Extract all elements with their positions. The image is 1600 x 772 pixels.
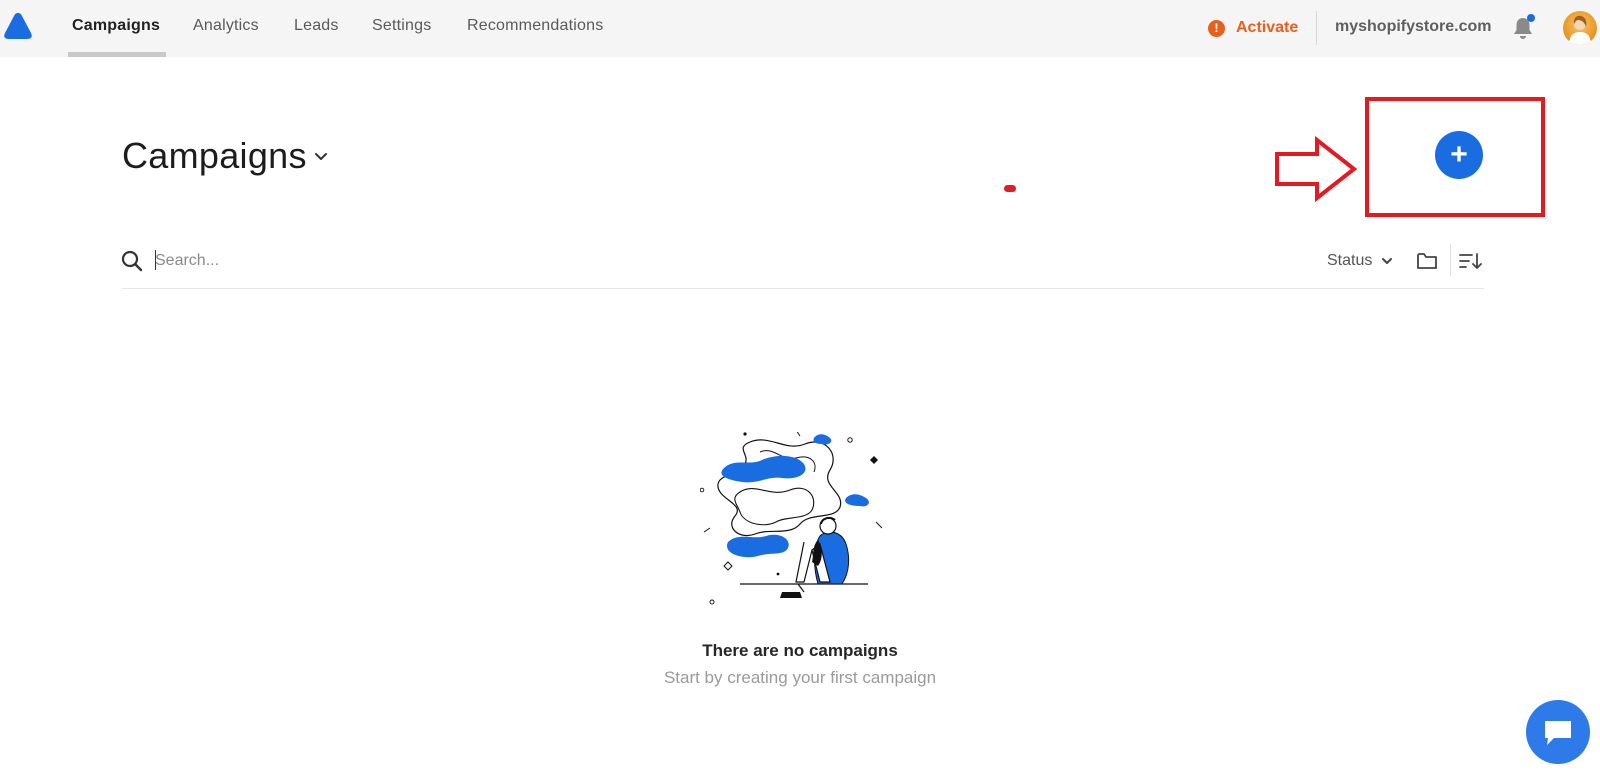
logo-icon[interactable] [3, 12, 33, 40]
search-icon [121, 250, 143, 272]
empty-state-title: There are no campaigns [702, 641, 898, 660]
empty-state-subtitle: Start by creating your first campaign [663, 668, 937, 687]
notification-dot [1527, 14, 1535, 22]
folder-icon[interactable] [1416, 251, 1438, 271]
nav-tab-recommendations[interactable]: Recommendations [467, 0, 603, 57]
toolbar-divider [1450, 244, 1451, 276]
annotation-arrow-icon [1275, 136, 1358, 202]
nav-divider [1316, 11, 1317, 45]
chevron-down-icon[interactable] [313, 150, 329, 164]
nav-tab-settings[interactable]: Settings [372, 0, 431, 57]
activate-label: Activate [1236, 19, 1299, 36]
empty-state-illustration [700, 432, 883, 605]
nav-tab-leads[interactable]: Leads [294, 0, 339, 57]
active-tab-indicator [68, 52, 166, 57]
add-campaign-button[interactable]: + [1435, 131, 1483, 179]
chat-button[interactable] [1526, 700, 1590, 764]
search-input[interactable] [155, 246, 1055, 276]
sort-icon[interactable] [1459, 252, 1483, 270]
top-nav-bar: Campaigns Analytics Leads Settings Recom… [0, 0, 1600, 57]
nav-tab-analytics[interactable]: Analytics [193, 0, 259, 57]
chat-icon [1545, 721, 1571, 745]
warning-icon: ! [1208, 19, 1225, 37]
store-name[interactable]: myshopifystore.com [1335, 18, 1491, 36]
status-filter-label: Status [1327, 252, 1373, 269]
nav-tab-campaigns[interactable]: Campaigns [72, 0, 160, 57]
toolbar-bottom-border [122, 288, 1484, 289]
text-caret [155, 250, 156, 270]
page-title[interactable]: Campaigns [122, 135, 307, 177]
annotation-mark [1004, 185, 1016, 192]
activate-button[interactable]: ! Activate [1208, 17, 1298, 39]
chevron-down-icon [1382, 258, 1393, 264]
status-filter-dropdown[interactable]: Status [1327, 252, 1393, 270]
avatar[interactable] [1563, 11, 1597, 45]
